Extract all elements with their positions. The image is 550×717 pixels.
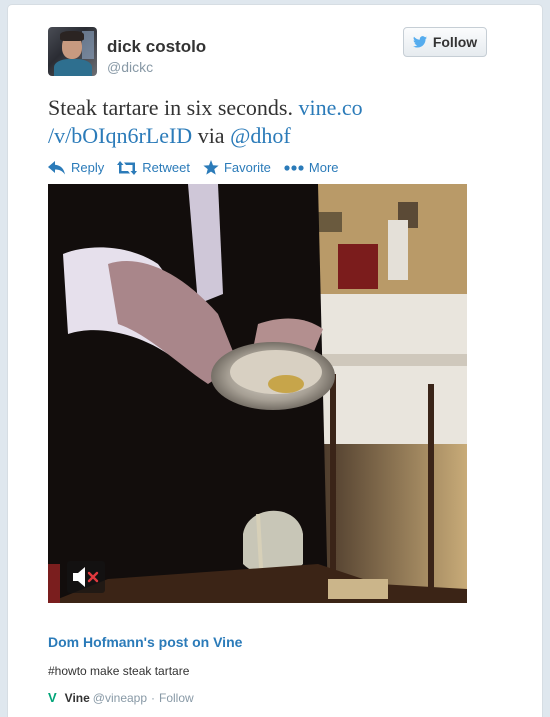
vine-card-title[interactable]: Dom Hofmann's post on Vine xyxy=(48,634,242,650)
vine-video-player[interactable] xyxy=(48,184,467,603)
attribution-separator: · xyxy=(151,690,156,705)
star-icon xyxy=(203,160,219,175)
tweet-link-path[interactable]: /v/bOIqn6rLeID xyxy=(48,123,192,148)
avatar-hair xyxy=(60,31,84,41)
avatar-shirt xyxy=(54,59,92,76)
vine-follow-link[interactable]: Follow xyxy=(159,691,194,705)
reply-label: Reply xyxy=(71,160,105,175)
retweet-action[interactable]: Retweet xyxy=(117,160,190,175)
mute-speaker-icon xyxy=(73,567,99,587)
favorite-label: Favorite xyxy=(223,160,271,175)
twitter-bird-icon xyxy=(412,36,427,48)
tweet-text-body: Steak tartare in six seconds. xyxy=(48,95,299,120)
follow-button-label: Follow xyxy=(432,34,478,50)
vine-source-handle[interactable]: @vineapp xyxy=(93,691,147,705)
mute-button[interactable] xyxy=(67,561,105,593)
tweet-actions: Reply Retweet Favorite More xyxy=(48,160,352,175)
tweet-link-domain[interactable]: vine.co xyxy=(299,95,363,120)
follow-button[interactable]: Follow xyxy=(403,27,487,57)
author-name[interactable]: dick costolo xyxy=(107,37,206,57)
vine-source-name[interactable]: Vine xyxy=(65,691,90,705)
more-dots-icon xyxy=(284,164,304,171)
vine-attribution: V Vine @vineapp · Follow xyxy=(48,690,194,705)
retweet-icon xyxy=(117,160,138,175)
reply-arrow-icon xyxy=(48,160,65,174)
author-avatar[interactable] xyxy=(48,27,97,76)
retweet-label: Retweet xyxy=(142,160,190,175)
video-frame xyxy=(48,184,467,603)
tweet-mention[interactable]: @dhof xyxy=(230,123,291,148)
tweet-text: Steak tartare in six seconds. vine.co/v/… xyxy=(48,94,428,150)
more-action[interactable]: More xyxy=(284,160,339,175)
vine-card-description: #howto make steak tartare xyxy=(48,664,190,678)
favorite-action[interactable]: Favorite xyxy=(203,160,271,175)
more-label: More xyxy=(308,160,339,175)
vine-logo-icon: V xyxy=(48,690,57,705)
reply-action[interactable]: Reply xyxy=(48,160,104,175)
tweet-text-via: via xyxy=(192,123,231,148)
author-handle[interactable]: @dickc xyxy=(107,59,153,75)
